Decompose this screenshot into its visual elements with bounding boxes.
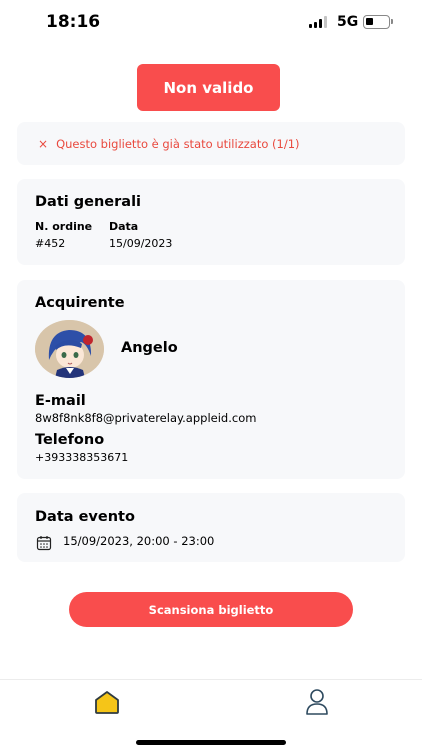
tab-bar (0, 679, 422, 750)
phone-label: Telefono (35, 432, 105, 448)
general-data-card: Dati generali N. ordine #452 Data 15/09/… (17, 179, 405, 265)
phone-value: +393338353671 (35, 451, 129, 464)
screen: 18:16 5G Non valido × Questo biglietto è… (0, 0, 422, 750)
general-data-title: Dati generali (35, 194, 142, 210)
order-date-value: 15/09/2023 (109, 237, 173, 250)
order-number-label: N. ordine (35, 220, 93, 233)
calendar-icon (36, 536, 52, 551)
network-type: 5G (337, 14, 359, 30)
battery-icon (363, 15, 390, 29)
user-icon[interactable] (304, 688, 330, 716)
battery-level (366, 18, 373, 25)
alert-message: Questo biglietto è già stato utilizzato … (56, 136, 300, 151)
order-number-value: #452 (35, 237, 66, 250)
home-indicator (136, 740, 286, 745)
event-datetime: 15/09/2023, 20:00 - 23:00 (63, 534, 215, 548)
event-date-card: Data evento 15/09/2023, 20:00 - 23:00 (17, 493, 405, 562)
email-label: E-mail (35, 393, 86, 409)
buyer-title: Acquirente (35, 295, 125, 311)
scan-ticket-button[interactable]: Scansiona biglietto (69, 592, 353, 627)
status-bar: 18:16 5G (0, 0, 422, 44)
email-value: 8w8f8nk8f8@privaterelay.appleid.com (35, 411, 257, 425)
alert-card: × Questo biglietto è già stato utilizzat… (17, 122, 405, 165)
buyer-card: Acquirente Angelo E-mail 8w8f8nk8f8@priv… (17, 280, 405, 479)
signal-icon (309, 16, 327, 28)
buyer-name: Angelo (121, 340, 178, 356)
x-icon: × (38, 136, 49, 151)
avatar (35, 320, 104, 378)
ticket-status-badge: Non valido (137, 64, 280, 111)
event-date-title: Data evento (35, 509, 135, 525)
home-icon[interactable] (93, 689, 121, 715)
order-date-label: Data (109, 220, 139, 233)
status-time: 18:16 (46, 12, 101, 32)
battery-tip (391, 19, 393, 24)
